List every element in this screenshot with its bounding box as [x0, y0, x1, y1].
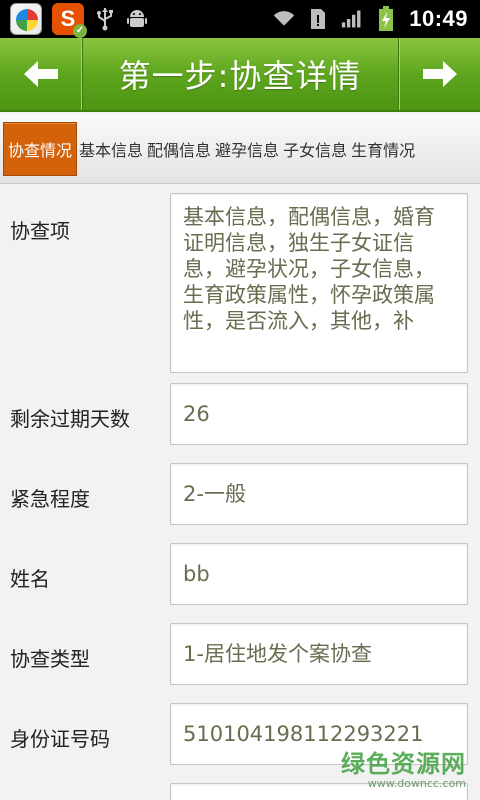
investigation-type-field[interactable]: 1-居住地发个案协查 — [170, 623, 468, 685]
battery-charging-icon — [375, 6, 397, 31]
tab-children-info[interactable]: 子女信息 — [281, 122, 349, 176]
field-label: 协查类型 — [10, 647, 90, 671]
usb-icon — [94, 8, 116, 31]
wifi-icon — [273, 8, 295, 30]
sim-icon — [307, 8, 329, 30]
remaining-days-field[interactable]: 26 — [170, 383, 468, 445]
title-bar: 第一步:协查详情 — [0, 38, 480, 112]
page-title: 第一步:协查详情 — [118, 57, 362, 95]
tab-bar: 协查情况 基本信息 配偶信息 避孕信息 子女信息 生育情况 — [0, 114, 480, 184]
arrow-right-icon — [422, 61, 457, 87]
check-badge-icon: ✓ — [73, 24, 87, 38]
watermark-main: 绿色资源网 — [341, 750, 466, 778]
clock: 10:49 — [409, 6, 468, 31]
sogou-icon: S ✓ — [52, 3, 87, 38]
tab-birth-status[interactable]: 生育情况 — [349, 122, 417, 176]
notification-icons: S ✓ — [0, 3, 148, 38]
back-button[interactable] — [0, 38, 82, 110]
form-row-investigation-items: 协查项 基本信息，配偶信息，婚育证明信息，独生子女证信息，避孕状况，子女信息，生… — [0, 193, 480, 375]
watermark-url: www.downcc.com — [367, 777, 466, 790]
field-label: 剩余过期天数 — [10, 407, 130, 431]
tab-contraception-info[interactable]: 避孕信息 — [213, 122, 281, 176]
urgency-field[interactable]: 2-一般 — [170, 463, 468, 525]
arrow-left-icon — [23, 61, 58, 87]
form-row-urgency: 紧急程度 2-一般 — [0, 463, 480, 527]
field-label: 姓名 — [10, 567, 50, 591]
signal-icon — [341, 8, 363, 30]
form-row-remaining-days: 剩余过期天数 26 — [0, 383, 480, 447]
tab-basic-info[interactable]: 基本信息 — [77, 122, 145, 176]
investigation-items-field[interactable]: 基本信息，配偶信息，婚育证明信息，独生子女证信息，避孕状况，子女信息，生育政策属… — [170, 193, 468, 373]
tab-investigation-status[interactable]: 协查情况 — [3, 121, 78, 176]
form-row-name: 姓名 bb — [0, 543, 480, 607]
android-debug-icon — [126, 8, 148, 30]
tab-spouse-info[interactable]: 配偶信息 — [145, 122, 213, 176]
next-button[interactable] — [398, 38, 480, 110]
watermark: 绿色资源网 www.downcc.com — [341, 744, 466, 790]
field-label: 紧急程度 — [10, 487, 90, 511]
name-field[interactable]: bb — [170, 543, 468, 605]
system-icons: 10:49 — [273, 6, 480, 32]
status-bar: S ✓ 10:49 — [0, 0, 480, 38]
app-store-icon — [10, 3, 42, 35]
form-row-investigation-type: 协查类型 1-居住地发个案协查 — [0, 623, 480, 687]
field-label: 协查项 — [10, 219, 70, 243]
field-label: 身份证号码 — [10, 727, 110, 751]
